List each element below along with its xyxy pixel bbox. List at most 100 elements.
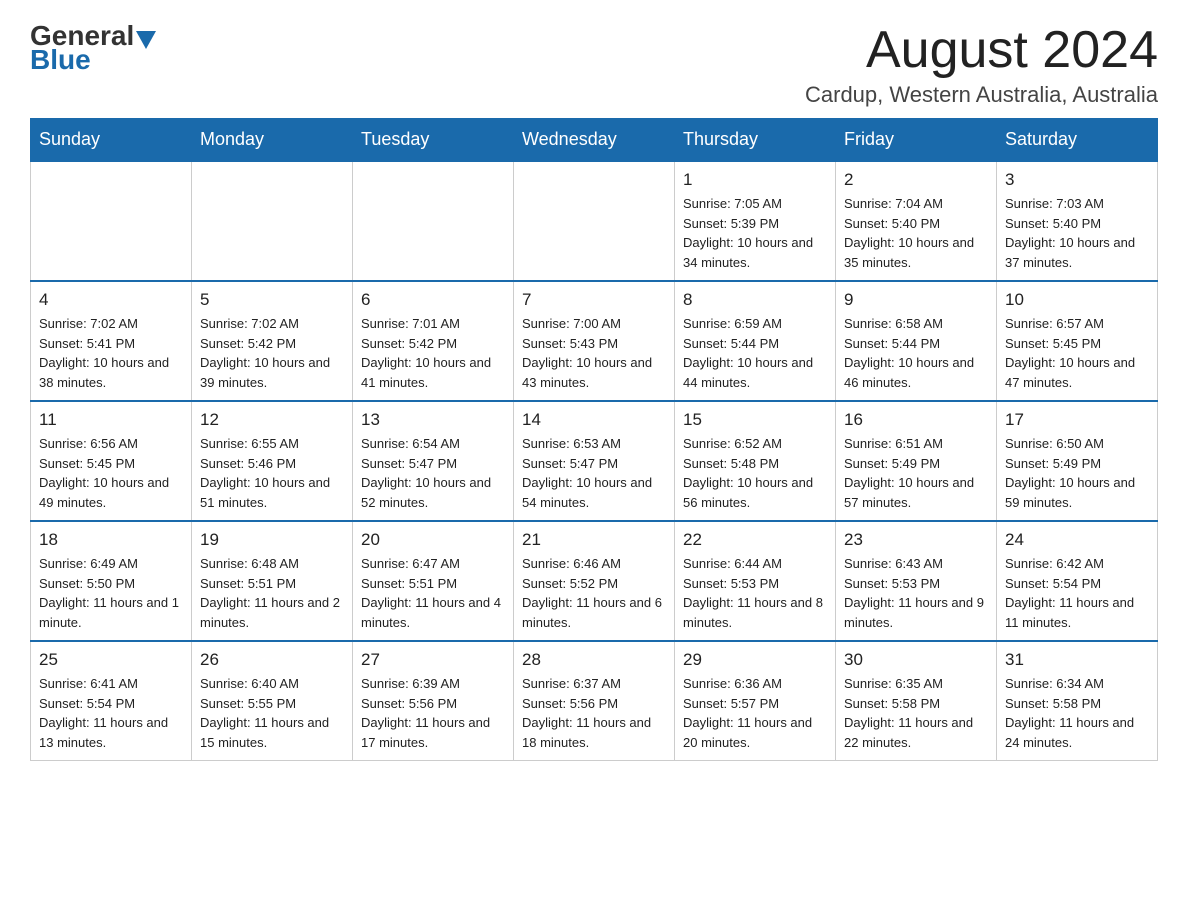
weekday-header-wednesday: Wednesday — [514, 119, 675, 162]
day-info: Sunrise: 6:37 AM Sunset: 5:56 PM Dayligh… — [522, 674, 666, 752]
calendar-cell: 4 Sunrise: 7:02 AM Sunset: 5:41 PM Daylig… — [31, 281, 192, 401]
calendar-cell: 1Sunrise: 7:05 AM Sunset: 5:39 PM Daylig… — [675, 161, 836, 281]
day-number: 7 — [522, 290, 666, 310]
location-text: Cardup, Western Australia, Australia — [805, 82, 1158, 108]
day-info: Sunrise: 6:48 AM Sunset: 5:51 PM Dayligh… — [200, 554, 344, 632]
day-info: Sunrise: 6:39 AM Sunset: 5:56 PM Dayligh… — [361, 674, 505, 752]
calendar-week-row: 18 Sunrise: 6:49 AM Sunset: 5:50 PM Dayli… — [31, 521, 1158, 641]
day-number: 28 — [522, 650, 666, 670]
calendar-cell: 29 Sunrise: 6:36 AM Sunset: 5:57 PM Dayli… — [675, 641, 836, 761]
calendar-week-row: 1Sunrise: 7:05 AM Sunset: 5:39 PM Daylig… — [31, 161, 1158, 281]
day-info: Sunrise: 6:35 AM Sunset: 5:58 PM Dayligh… — [844, 674, 988, 752]
calendar-cell: 28 Sunrise: 6:37 AM Sunset: 5:56 PM Dayli… — [514, 641, 675, 761]
day-info: Sunrise: 6:43 AM Sunset: 5:53 PM Dayligh… — [844, 554, 988, 632]
day-number: 15 — [683, 410, 827, 430]
day-info: Sunrise: 6:44 AM Sunset: 5:53 PM Dayligh… — [683, 554, 827, 632]
day-number: 16 — [844, 410, 988, 430]
day-info: Sunrise: 6:55 AM Sunset: 5:46 PM Dayligh… — [200, 434, 344, 512]
calendar-cell: 22Sunrise: 6:44 AM Sunset: 5:53 PM Dayli… — [675, 521, 836, 641]
calendar-cell: 14Sunrise: 6:53 AM Sunset: 5:47 PM Dayli… — [514, 401, 675, 521]
calendar-cell: 17 Sunrise: 6:50 AM Sunset: 5:49 PM Dayli… — [997, 401, 1158, 521]
day-info: Sunrise: 7:00 AM Sunset: 5:43 PM Dayligh… — [522, 314, 666, 392]
calendar-week-row: 4 Sunrise: 7:02 AM Sunset: 5:41 PM Daylig… — [31, 281, 1158, 401]
day-number: 19 — [200, 530, 344, 550]
day-number: 9 — [844, 290, 988, 310]
day-number: 1 — [683, 170, 827, 190]
day-number: 23 — [844, 530, 988, 550]
day-info: Sunrise: 6:47 AM Sunset: 5:51 PM Dayligh… — [361, 554, 505, 632]
day-number: 17 — [1005, 410, 1149, 430]
day-number: 20 — [361, 530, 505, 550]
day-number: 5 — [200, 290, 344, 310]
calendar-week-row: 25 Sunrise: 6:41 AM Sunset: 5:54 PM Dayli… — [31, 641, 1158, 761]
weekday-header-monday: Monday — [192, 119, 353, 162]
calendar-cell — [192, 161, 353, 281]
calendar-header-row: SundayMondayTuesdayWednesdayThursdayFrid… — [31, 119, 1158, 162]
day-info: Sunrise: 6:41 AM Sunset: 5:54 PM Dayligh… — [39, 674, 183, 752]
calendar-cell: 27 Sunrise: 6:39 AM Sunset: 5:56 PM Dayli… — [353, 641, 514, 761]
day-number: 24 — [1005, 530, 1149, 550]
day-info: Sunrise: 6:40 AM Sunset: 5:55 PM Dayligh… — [200, 674, 344, 752]
day-number: 27 — [361, 650, 505, 670]
day-info: Sunrise: 6:57 AM Sunset: 5:45 PM Dayligh… — [1005, 314, 1149, 392]
day-info: Sunrise: 6:36 AM Sunset: 5:57 PM Dayligh… — [683, 674, 827, 752]
day-info: Sunrise: 6:58 AM Sunset: 5:44 PM Dayligh… — [844, 314, 988, 392]
day-info: Sunrise: 6:42 AM Sunset: 5:54 PM Dayligh… — [1005, 554, 1149, 632]
calendar-cell: 3 Sunrise: 7:03 AM Sunset: 5:40 PM Daylig… — [997, 161, 1158, 281]
day-info: Sunrise: 6:50 AM Sunset: 5:49 PM Dayligh… — [1005, 434, 1149, 512]
calendar-cell: 7 Sunrise: 7:00 AM Sunset: 5:43 PM Daylig… — [514, 281, 675, 401]
day-info: Sunrise: 6:54 AM Sunset: 5:47 PM Dayligh… — [361, 434, 505, 512]
title-section: August 2024 Cardup, Western Australia, A… — [805, 20, 1158, 108]
calendar-cell: 19 Sunrise: 6:48 AM Sunset: 5:51 PM Dayli… — [192, 521, 353, 641]
day-number: 6 — [361, 290, 505, 310]
calendar-cell: 16 Sunrise: 6:51 AM Sunset: 5:49 PM Dayli… — [836, 401, 997, 521]
weekday-header-friday: Friday — [836, 119, 997, 162]
day-info: Sunrise: 7:02 AM Sunset: 5:42 PM Dayligh… — [200, 314, 344, 392]
calendar-cell: 11Sunrise: 6:56 AM Sunset: 5:45 PM Dayli… — [31, 401, 192, 521]
day-info: Sunrise: 7:01 AM Sunset: 5:42 PM Dayligh… — [361, 314, 505, 392]
calendar-week-row: 11Sunrise: 6:56 AM Sunset: 5:45 PM Dayli… — [31, 401, 1158, 521]
day-number: 3 — [1005, 170, 1149, 190]
day-number: 10 — [1005, 290, 1149, 310]
calendar-cell: 31Sunrise: 6:34 AM Sunset: 5:58 PM Dayli… — [997, 641, 1158, 761]
day-number: 29 — [683, 650, 827, 670]
weekday-header-sunday: Sunday — [31, 119, 192, 162]
day-number: 21 — [522, 530, 666, 550]
day-info: Sunrise: 7:02 AM Sunset: 5:41 PM Dayligh… — [39, 314, 183, 392]
day-info: Sunrise: 6:52 AM Sunset: 5:48 PM Dayligh… — [683, 434, 827, 512]
calendar-cell: 20 Sunrise: 6:47 AM Sunset: 5:51 PM Dayli… — [353, 521, 514, 641]
calendar-cell: 6 Sunrise: 7:01 AM Sunset: 5:42 PM Daylig… — [353, 281, 514, 401]
month-title: August 2024 — [805, 20, 1158, 80]
day-number: 4 — [39, 290, 183, 310]
calendar-cell: 24 Sunrise: 6:42 AM Sunset: 5:54 PM Dayli… — [997, 521, 1158, 641]
day-number: 30 — [844, 650, 988, 670]
calendar-cell: 12 Sunrise: 6:55 AM Sunset: 5:46 PM Dayli… — [192, 401, 353, 521]
day-info: Sunrise: 7:04 AM Sunset: 5:40 PM Dayligh… — [844, 194, 988, 272]
logo-arrow-icon — [136, 31, 156, 49]
calendar-cell: 9 Sunrise: 6:58 AM Sunset: 5:44 PM Daylig… — [836, 281, 997, 401]
calendar-cell: 23 Sunrise: 6:43 AM Sunset: 5:53 PM Dayli… — [836, 521, 997, 641]
day-number: 8 — [683, 290, 827, 310]
calendar-cell: 8Sunrise: 6:59 AM Sunset: 5:44 PM Daylig… — [675, 281, 836, 401]
calendar-cell: 30 Sunrise: 6:35 AM Sunset: 5:58 PM Dayli… — [836, 641, 997, 761]
day-number: 18 — [39, 530, 183, 550]
day-info: Sunrise: 6:49 AM Sunset: 5:50 PM Dayligh… — [39, 554, 183, 632]
calendar-cell: 2 Sunrise: 7:04 AM Sunset: 5:40 PM Daylig… — [836, 161, 997, 281]
calendar-cell: 10 Sunrise: 6:57 AM Sunset: 5:45 PM Dayli… — [997, 281, 1158, 401]
day-number: 2 — [844, 170, 988, 190]
day-number: 25 — [39, 650, 183, 670]
day-info: Sunrise: 6:51 AM Sunset: 5:49 PM Dayligh… — [844, 434, 988, 512]
calendar-table: SundayMondayTuesdayWednesdayThursdayFrid… — [30, 118, 1158, 761]
day-number: 13 — [361, 410, 505, 430]
weekday-header-saturday: Saturday — [997, 119, 1158, 162]
calendar-cell — [353, 161, 514, 281]
day-info: Sunrise: 7:03 AM Sunset: 5:40 PM Dayligh… — [1005, 194, 1149, 272]
day-info: Sunrise: 6:46 AM Sunset: 5:52 PM Dayligh… — [522, 554, 666, 632]
logo: General Blue — [30, 20, 158, 76]
weekday-header-tuesday: Tuesday — [353, 119, 514, 162]
day-number: 26 — [200, 650, 344, 670]
calendar-cell: 25 Sunrise: 6:41 AM Sunset: 5:54 PM Dayli… — [31, 641, 192, 761]
day-info: Sunrise: 6:34 AM Sunset: 5:58 PM Dayligh… — [1005, 674, 1149, 752]
calendar-cell: 5 Sunrise: 7:02 AM Sunset: 5:42 PM Daylig… — [192, 281, 353, 401]
day-number: 12 — [200, 410, 344, 430]
